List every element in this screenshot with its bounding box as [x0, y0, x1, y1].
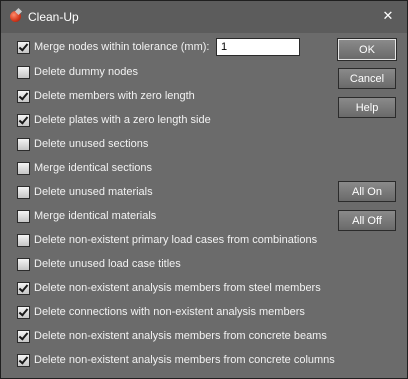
- option-label: Delete non-existent analysis members fro…: [34, 330, 327, 342]
- option-label: Delete unused sections: [34, 138, 149, 150]
- option-row[interactable]: Merge identical sections: [17, 160, 152, 176]
- option-row[interactable]: Delete connections with non-existent ana…: [17, 304, 305, 320]
- cleanup-dialog: Clean-Up ✕ Merge nodes within tolerance …: [0, 0, 408, 379]
- option-row[interactable]: Delete non-existent primary load cases f…: [17, 232, 317, 248]
- option-label: Delete plates with a zero length side: [34, 114, 211, 126]
- option-checkbox[interactable]: [17, 161, 30, 175]
- option-row[interactable]: Delete unused materials: [17, 184, 153, 200]
- option-label: Delete non-existent analysis members fro…: [34, 282, 321, 294]
- option-label: Delete members with zero length: [34, 90, 195, 102]
- option-checkbox[interactable]: [17, 281, 30, 295]
- merge-nodes-checkbox[interactable]: [17, 40, 30, 54]
- dialog-title: Clean-Up: [28, 10, 79, 24]
- option-label: Merge identical materials: [34, 210, 157, 222]
- option-label: Merge identical sections: [34, 162, 153, 174]
- option-label: Delete unused materials: [34, 186, 153, 198]
- option-checkbox[interactable]: [17, 89, 30, 103]
- option-row[interactable]: Delete plates with a zero length side: [17, 112, 211, 128]
- merge-nodes-label: Merge nodes within tolerance (mm):: [34, 41, 210, 53]
- option-checkbox[interactable]: [17, 137, 30, 151]
- option-checkbox[interactable]: [17, 209, 30, 223]
- option-checkbox[interactable]: [17, 185, 30, 199]
- option-label: Delete non-existent analysis members fro…: [34, 354, 335, 366]
- help-button[interactable]: Help: [338, 97, 396, 118]
- title-bar[interactable]: Clean-Up ✕: [1, 1, 407, 33]
- option-row[interactable]: Delete members with zero length: [17, 88, 195, 104]
- ok-button[interactable]: OK: [337, 38, 397, 61]
- option-checkbox[interactable]: [17, 329, 30, 343]
- option-checkbox[interactable]: [17, 353, 30, 367]
- option-checkbox[interactable]: [17, 65, 30, 79]
- option-checkbox[interactable]: [17, 233, 30, 247]
- option-row[interactable]: Delete unused load case titles: [17, 256, 181, 272]
- app-icon: [10, 11, 21, 22]
- close-icon[interactable]: ✕: [379, 7, 397, 25]
- cancel-button[interactable]: Cancel: [338, 68, 396, 89]
- option-label: Delete non-existent primary load cases f…: [34, 234, 318, 246]
- option-row[interactable]: Delete dummy nodes: [17, 64, 138, 80]
- option-checkbox[interactable]: [17, 305, 30, 319]
- option-row[interactable]: Delete non-existent analysis members fro…: [17, 328, 327, 344]
- option-row[interactable]: Delete non-existent analysis members fro…: [17, 280, 321, 296]
- option-checkbox[interactable]: [17, 113, 30, 127]
- all-off-button[interactable]: All Off: [338, 210, 396, 231]
- tolerance-input[interactable]: [216, 38, 300, 56]
- all-on-button[interactable]: All On: [338, 181, 396, 202]
- option-row[interactable]: Merge identical materials: [17, 208, 156, 224]
- option-label: Delete unused load case titles: [34, 258, 181, 270]
- merge-nodes-row[interactable]: Merge nodes within tolerance (mm):: [17, 39, 209, 55]
- option-label: Delete connections with non-existent ana…: [34, 306, 305, 318]
- option-row[interactable]: Delete unused sections: [17, 136, 148, 152]
- option-row[interactable]: Delete non-existent analysis members fro…: [17, 352, 335, 368]
- option-label: Delete dummy nodes: [34, 66, 138, 78]
- option-checkbox[interactable]: [17, 257, 30, 271]
